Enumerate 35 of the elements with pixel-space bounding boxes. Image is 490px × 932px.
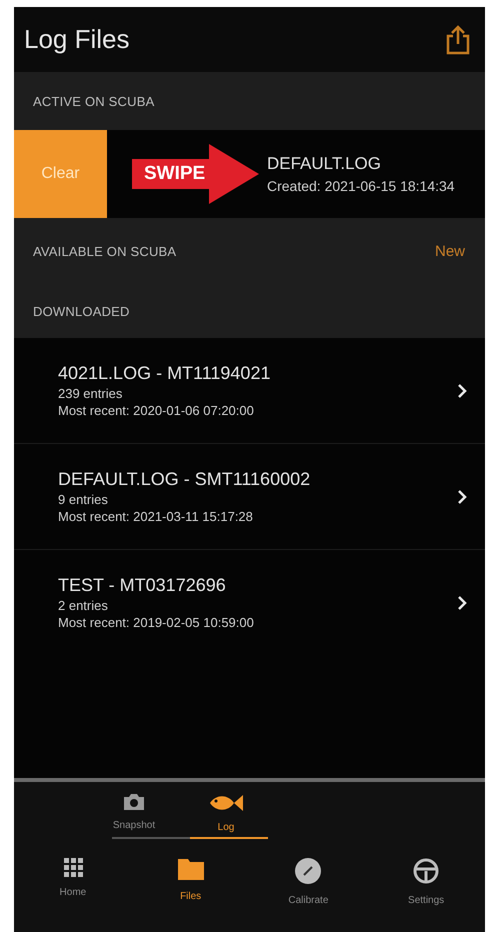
log-file-row[interactable]: TEST - MT03172696 2 entries Most recent: 2019-02-05 10:59:00 — [14, 550, 485, 655]
created-date: Created: 2021-06-15 18:14:34 — [267, 178, 455, 194]
log-file-row[interactable]: 4021L.LOG - MT11194021 239 entries Most recent: 2020-01-06 07:20:00 — [14, 338, 485, 444]
folder-icon — [176, 857, 205, 881]
gauge-icon — [294, 857, 322, 885]
entry-count: 239 entries — [58, 386, 124, 401]
nav-tab[interactable]: Settings — [381, 857, 472, 906]
file-name: DEFAULT.LOG — [267, 154, 382, 174]
most-recent-date: Most recent: 2019-02-05 10:59:00 — [58, 615, 254, 630]
page-title: Log Files — [24, 24, 130, 55]
nav-tab[interactable]: Calibrate — [263, 857, 354, 906]
entry-count: 2 entries — [58, 598, 109, 613]
mode-tab[interactable]: Snapshot — [102, 792, 166, 833]
grid-icon — [62, 857, 83, 877]
entry-count: 9 entries — [58, 492, 109, 507]
most-recent-date: Most recent: 2021-03-11 15:17:28 — [58, 509, 254, 524]
log-file-title: 4021L.LOG - MT11194021 — [58, 363, 270, 384]
steering-wheel-icon — [412, 857, 440, 885]
log-file-title: DEFAULT.LOG - SMT11160002 — [58, 469, 310, 490]
new-link[interactable]: New — [434, 243, 465, 260]
nav-tab[interactable]: Files — [146, 857, 236, 906]
camera-icon — [122, 792, 146, 812]
chevron-right-icon — [457, 382, 467, 398]
nav-tab[interactable]: Home — [28, 857, 118, 906]
fish-icon — [208, 792, 244, 814]
section-title: ACTIVE ON SCUBA — [33, 94, 154, 108]
most-recent-date: Most recent: 2020-01-06 07:20:00 — [58, 403, 255, 418]
chevron-right-icon — [457, 594, 467, 610]
log-file-title: TEST - MT03172696 — [58, 575, 227, 596]
chevron-right-icon — [457, 488, 467, 504]
share-icon[interactable] — [445, 24, 471, 54]
mode-tab[interactable]: Log — [194, 792, 258, 833]
section-title: DOWNLOADED — [33, 304, 130, 319]
section-title: AVAILABLE ON SCUBA — [33, 244, 176, 259]
log-file-row[interactable]: DEFAULT.LOG - SMT11160002 9 entries Most recent: 2021-03-11 15:17:28 — [14, 444, 485, 550]
